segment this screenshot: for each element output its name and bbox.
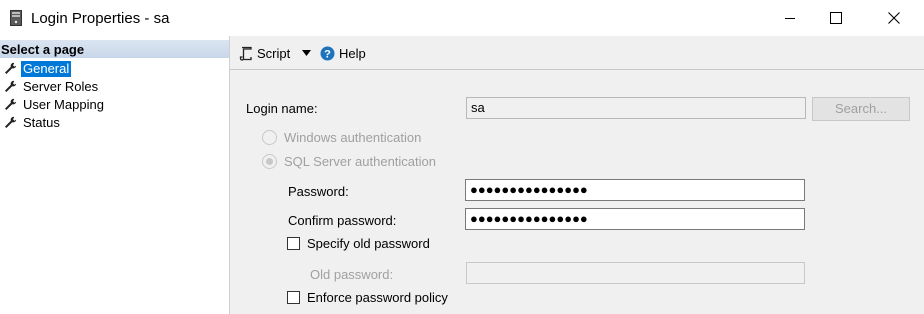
script-dropdown-button[interactable] (302, 50, 311, 56)
script-button[interactable]: Script (239, 46, 290, 61)
sidebar-item-label: General (21, 60, 72, 77)
enforce-password-policy-checkbox[interactable] (287, 291, 300, 304)
search-button-label: Search... (834, 101, 888, 116)
help-button[interactable]: ? Help (320, 46, 366, 61)
login-name-field[interactable]: sa (466, 97, 806, 119)
specify-old-password-checkbox[interactable] (287, 237, 300, 250)
old-password-label: Old password: (310, 267, 394, 282)
login-name-value: sa (471, 100, 485, 115)
sidebar-item-label: User Mapping (23, 96, 104, 112)
help-label: Help (339, 46, 366, 61)
maximize-icon (830, 12, 842, 24)
maximize-button[interactable] (813, 0, 859, 36)
help-icon: ? (320, 46, 335, 61)
confirm-password-value: ●●●●●●●●●●●●●●● (470, 211, 588, 226)
confirm-password-field[interactable]: ●●●●●●●●●●●●●●● (465, 208, 805, 230)
toolbar: Script ? Help (230, 36, 924, 70)
enforce-password-policy-label: Enforce password policy (307, 290, 448, 305)
minimize-button[interactable] (767, 0, 813, 36)
script-label: Script (257, 46, 291, 61)
sidebar-item-label: Status (23, 114, 60, 130)
dropdown-arrow-icon (302, 50, 311, 56)
close-button[interactable] (871, 0, 917, 36)
windows-auth-radio[interactable] (262, 130, 277, 145)
window-title: Login Properties - sa (31, 10, 170, 27)
old-password-field[interactable] (466, 262, 805, 284)
select-page-header: Select a page (0, 40, 229, 58)
select-page-label: Select a page (1, 42, 85, 57)
sidebar-item-user-mapping[interactable]: User Mapping (4, 96, 106, 113)
wrench-icon (5, 116, 17, 128)
script-icon (239, 46, 252, 61)
sidebar-item-label: Server Roles (23, 78, 99, 94)
search-button[interactable]: Search... (812, 97, 910, 121)
sql-auth-radio[interactable] (262, 154, 277, 169)
wrench-icon (5, 98, 17, 110)
sidebar-item-status[interactable]: Status (4, 114, 62, 131)
sql-auth-label: SQL Server authentication (284, 154, 436, 169)
page-selector-pane: Select a page General Server Roles User … (0, 36, 230, 314)
password-value: ●●●●●●●●●●●●●●● (470, 182, 588, 197)
radio-selected-dot (266, 158, 273, 165)
server-icon (10, 10, 22, 26)
windows-auth-label: Windows authentication (284, 130, 422, 145)
general-page-pane: Script ? Help Login name: sa Search... W… (230, 36, 924, 314)
confirm-password-label: Confirm password: (288, 213, 397, 228)
wrench-icon (5, 80, 17, 92)
sidebar-item-general[interactable]: General (4, 60, 72, 77)
sidebar-item-server-roles[interactable]: Server Roles (4, 78, 100, 95)
wrench-icon (5, 62, 17, 74)
toolbar-separator (230, 69, 924, 70)
svg-text:?: ? (324, 49, 331, 61)
close-icon (888, 12, 900, 24)
title-bar: Login Properties - sa (0, 0, 924, 36)
minimize-icon (785, 18, 795, 19)
specify-old-password-label: Specify old password (307, 236, 430, 251)
login-name-label: Login name: (246, 101, 318, 116)
password-label: Password: (288, 184, 349, 199)
password-field[interactable]: ●●●●●●●●●●●●●●● (465, 179, 805, 201)
